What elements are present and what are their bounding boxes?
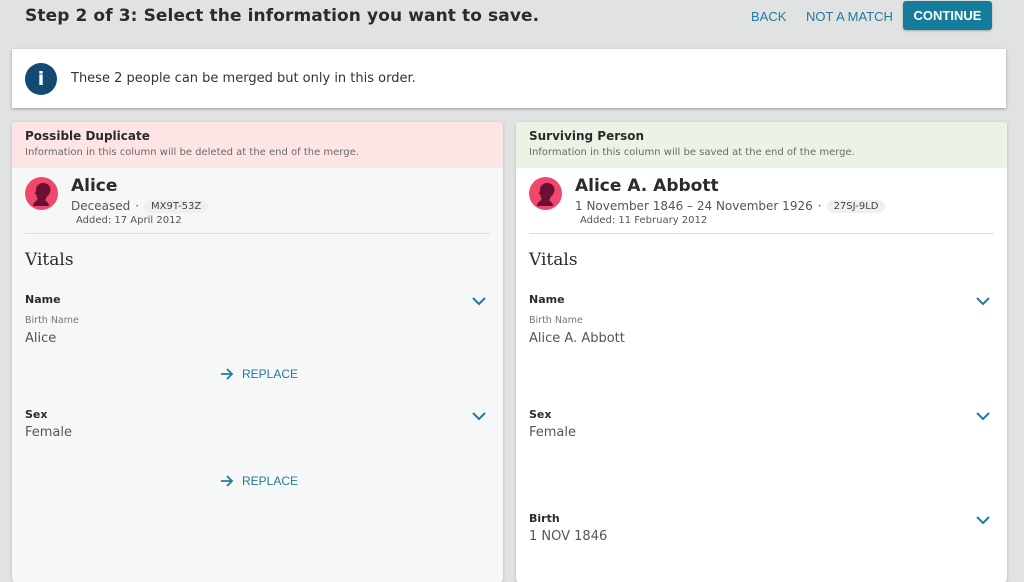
chevron-down-icon[interactable]	[975, 295, 991, 307]
column-title: Surviving Person	[529, 129, 645, 143]
field-sex: Sex Female	[25, 408, 490, 440]
column-subtitle: Information in this column will be delet…	[25, 147, 359, 158]
person-card: Alice Deceased · MX9T-53Z Added: 17 Apri…	[25, 168, 490, 234]
person-meta: Deceased · MX9T-53Z	[71, 199, 209, 213]
field-name: Name Birth Name Alice A. Abbott	[529, 293, 994, 346]
replace-sex-button[interactable]: REPLACE	[220, 474, 298, 488]
field-value: Female	[529, 425, 577, 440]
field-label: Name	[25, 293, 61, 306]
page-title: Step 2 of 3: Select the information you …	[25, 6, 540, 26]
not-a-match-button[interactable]: NOT A MATCH	[806, 9, 893, 24]
field-birth: Birth 1 NOV 1846	[529, 512, 994, 544]
field-sublabel: Birth Name	[529, 315, 583, 326]
chevron-down-icon[interactable]	[975, 514, 991, 526]
field-value: 1 NOV 1846	[529, 529, 608, 544]
person-name: Alice	[71, 176, 118, 196]
replace-label: REPLACE	[242, 474, 299, 488]
back-button[interactable]: BACK	[751, 9, 786, 24]
replace-name-button[interactable]: REPLACE	[220, 367, 298, 381]
female-avatar-icon	[25, 177, 58, 210]
possible-duplicate-column: Possible Duplicate Information in this c…	[12, 122, 503, 582]
field-label: Sex	[529, 408, 552, 421]
column-header: Possible Duplicate Information in this c…	[12, 122, 503, 168]
female-avatar-icon	[529, 177, 562, 210]
person-meta: 1 November 1846 – 24 November 1926 · 27S…	[575, 199, 886, 213]
field-label: Birth	[529, 512, 560, 525]
surviving-person-column: Surviving Person Information in this col…	[516, 122, 1007, 582]
person-added-date: Added: 17 April 2012	[76, 215, 182, 226]
field-sex: Sex Female	[529, 408, 994, 440]
chevron-down-icon[interactable]	[975, 410, 991, 422]
info-banner: i These 2 people can be merged but only …	[12, 49, 1006, 108]
field-label: Name	[529, 293, 565, 306]
info-banner-text: These 2 people can be merged but only in…	[71, 71, 416, 86]
person-added-date: Added: 11 February 2012	[580, 215, 708, 226]
column-header: Surviving Person Information in this col…	[516, 122, 1007, 168]
person-card: Alice A. Abbott 1 November 1846 – 24 Nov…	[529, 168, 994, 234]
field-value: Alice A. Abbott	[529, 331, 625, 346]
field-name: Name Birth Name Alice	[25, 293, 490, 346]
field-sublabel: Birth Name	[25, 315, 79, 326]
person-lifespan: 1 November 1846 – 24 November 1926	[575, 199, 813, 213]
chevron-down-icon[interactable]	[471, 410, 487, 422]
vitals-section-title: Vitals	[529, 250, 578, 270]
replace-label: REPLACE	[242, 367, 299, 381]
separator: ·	[817, 199, 822, 213]
arrow-right-icon	[221, 475, 234, 487]
field-value: Female	[25, 425, 73, 440]
person-id-badge[interactable]: 27SJ-9LD	[826, 199, 886, 213]
info-icon: i	[25, 62, 57, 95]
continue-button[interactable]: CONTINUE	[903, 1, 992, 30]
field-value: Alice	[25, 331, 57, 346]
field-label: Sex	[25, 408, 48, 421]
chevron-down-icon[interactable]	[471, 295, 487, 307]
column-subtitle: Information in this column will be saved…	[529, 147, 855, 158]
column-title: Possible Duplicate	[25, 129, 150, 143]
person-id-badge[interactable]: MX9T-53Z	[144, 199, 209, 213]
separator: ·	[135, 199, 140, 213]
person-lifespan: Deceased	[71, 199, 131, 213]
arrow-right-icon	[221, 368, 234, 380]
person-name: Alice A. Abbott	[575, 176, 719, 196]
top-bar: Step 2 of 3: Select the information you …	[0, 0, 1024, 36]
vitals-section-title: Vitals	[25, 250, 74, 270]
